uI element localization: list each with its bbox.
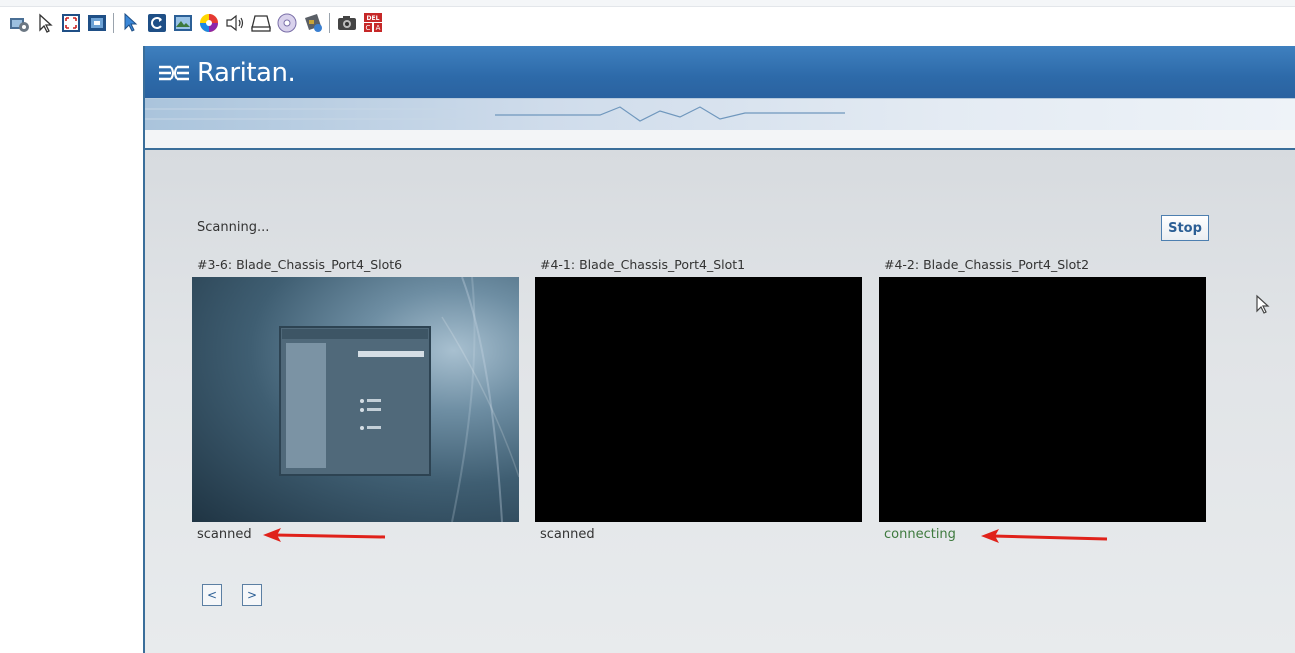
smart-card-icon[interactable]	[302, 12, 324, 34]
fullscreen-icon[interactable]	[86, 12, 108, 34]
raritan-logo: Raritan.	[157, 58, 296, 88]
svg-text:C: C	[366, 24, 371, 32]
header-banner	[145, 98, 1295, 131]
cd-dvd-icon[interactable]	[276, 12, 298, 34]
previous-page-button[interactable]: <	[202, 584, 222, 606]
fit-window-icon[interactable]	[60, 12, 82, 34]
target-thumbnail[interactable]	[192, 277, 519, 522]
scan-panel: Scanning... Stop #3-6: Blade_Chassis_Por…	[145, 150, 1295, 653]
toolbar-separator	[329, 13, 330, 33]
tile-label: #4-1: Blade_Chassis_Port4_Slot1	[540, 257, 746, 272]
tile-status: scanned	[540, 527, 595, 542]
single-cursor-icon[interactable]	[120, 12, 142, 34]
svg-text:DEL: DEL	[367, 15, 380, 22]
next-page-button[interactable]: >	[242, 584, 262, 606]
ctrl-alt-del-icon[interactable]: DEL C A	[362, 12, 384, 34]
kvm-toolbar: DEL C A	[0, 0, 1295, 46]
tile-status: scanned	[197, 527, 252, 542]
settings-gear-icon[interactable]	[8, 12, 30, 34]
svg-text:A: A	[376, 24, 381, 32]
stop-button[interactable]: Stop	[1161, 215, 1209, 241]
target-thumbnail[interactable]	[535, 277, 862, 522]
virtual-media-drive-icon[interactable]	[250, 12, 272, 34]
scan-status-text: Scanning...	[197, 220, 270, 235]
app-header: Raritan.	[145, 46, 1295, 98]
raritan-mark-icon	[159, 65, 189, 81]
red-annotation-arrow	[981, 529, 1108, 543]
left-blank-area	[0, 46, 143, 653]
audio-icon[interactable]	[224, 12, 246, 34]
header-divider	[145, 130, 1295, 150]
logo-text: Raritan.	[197, 58, 296, 88]
tile-label: #3-6: Blade_Chassis_Port4_Slot6	[197, 257, 403, 272]
screenshot-camera-icon[interactable]	[336, 12, 358, 34]
refresh-icon[interactable]	[146, 12, 168, 34]
tile-status: connecting	[884, 527, 956, 542]
mouse-cursor-icon	[1256, 294, 1270, 314]
target-thumbnail[interactable]	[879, 277, 1206, 522]
toolbar-separator	[113, 13, 114, 33]
video-settings-icon[interactable]	[172, 12, 194, 34]
color-settings-icon[interactable]	[198, 12, 220, 34]
red-annotation-arrow	[263, 528, 386, 542]
pointer-icon[interactable]	[34, 12, 56, 34]
window-title-strip	[0, 0, 1295, 7]
tile-label: #4-2: Blade_Chassis_Port4_Slot2	[884, 257, 1090, 272]
